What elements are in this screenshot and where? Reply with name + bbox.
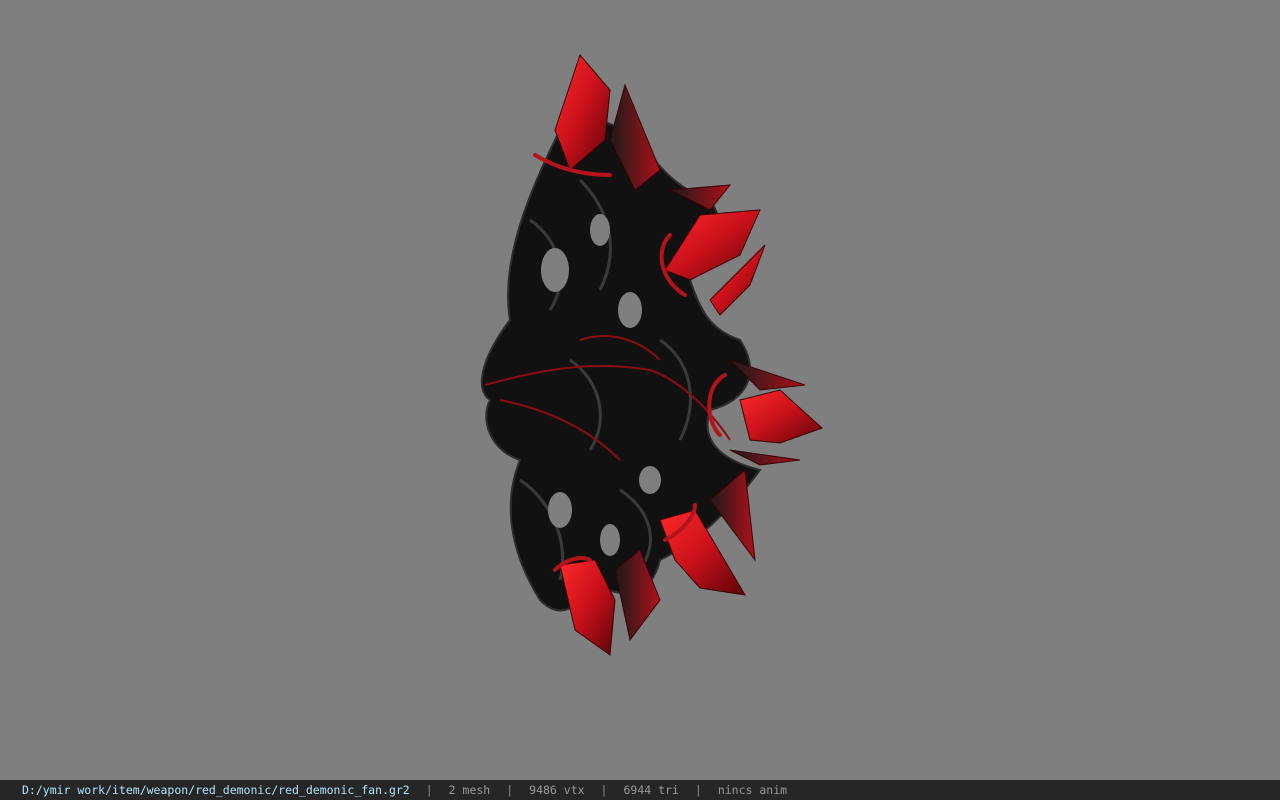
animation-status: nincs anim <box>717 783 788 797</box>
vertex-count: 9486 vtx <box>529 783 585 797</box>
red-demonic-fan-model-icon <box>480 54 823 656</box>
triangle-count: 6944 tri <box>623 783 679 797</box>
status-separator: | <box>425 783 433 797</box>
model-viewport[interactable] <box>0 0 1280 780</box>
status-separator: | <box>600 783 608 797</box>
status-separator: | <box>506 783 514 797</box>
mesh-count: 2 mesh <box>448 783 491 797</box>
status-separator: | <box>694 783 702 797</box>
status-bar: D:/ymir work/item/weapon/red_demonic/red… <box>0 780 1280 800</box>
file-path: D:/ymir work/item/weapon/red_demonic/red… <box>22 783 410 797</box>
